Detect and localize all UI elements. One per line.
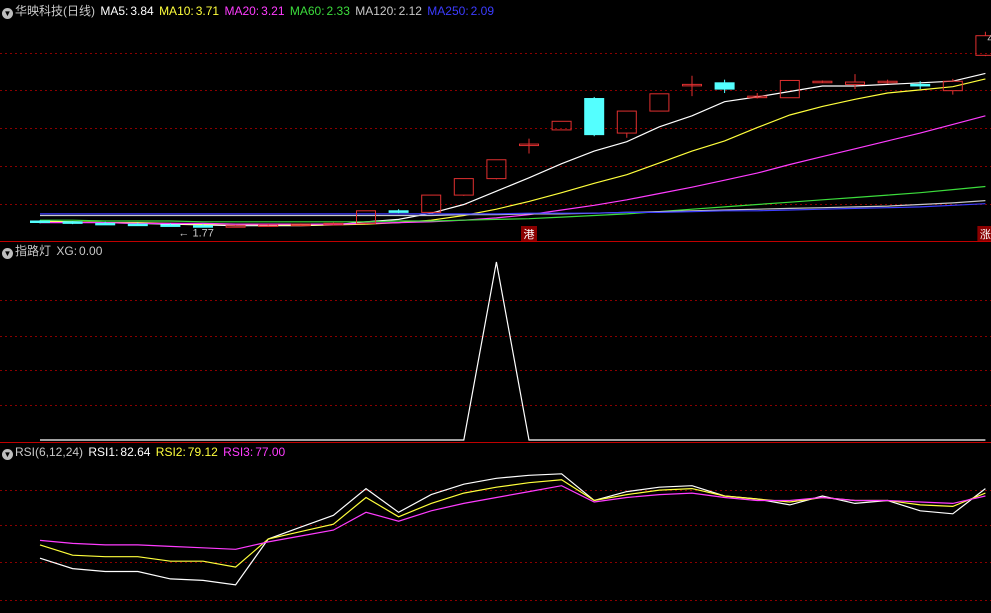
xg-label: XG: <box>56 244 78 258</box>
candle-body <box>910 83 931 87</box>
ma60-label: MA60: <box>289 4 325 18</box>
xg-value: 0.00 <box>79 244 103 258</box>
chart-background <box>0 0 991 613</box>
candle <box>62 221 83 225</box>
signal-marker-label: 涨 <box>980 228 991 241</box>
rsi3-label: RSI3: <box>223 445 254 459</box>
price-min-label: ← 1.77 <box>178 228 213 240</box>
ma10-label: MA10: <box>159 4 194 18</box>
candle-body <box>584 98 605 136</box>
price-legend: ▼ 华映科技(日线) MA5: 3.84 MA10: 3.71 MA20: 3.21 M… <box>2 3 496 19</box>
rsi-panel-menu-icon[interactable]: ▼ <box>2 449 13 460</box>
candle <box>584 96 605 137</box>
rsi2-value: 79.12 <box>187 445 218 459</box>
candle-body <box>388 210 409 213</box>
rsi-legend: ▼ RSI(6,12,24) RSI1: 82.64 RSI2: 79.12 RSI3… <box>2 444 287 460</box>
rsi3-value: 77.00 <box>255 445 286 459</box>
candle <box>290 223 311 227</box>
stock-chart[interactable]: 4.3 ← 1.77 港 涨 <box>0 0 991 613</box>
ma10-value: 3.71 <box>195 4 220 18</box>
ma250-value: 2.09 <box>470 4 495 18</box>
ma250-label: MA250: <box>427 4 469 18</box>
candle-body <box>127 223 148 227</box>
candle-body <box>160 224 181 227</box>
ma5-value: 3.84 <box>130 4 154 18</box>
rsi2-label: RSI2: <box>155 445 186 459</box>
ma120-label: MA120: <box>355 4 397 18</box>
xg-panel-menu-icon[interactable]: ▼ <box>2 248 13 259</box>
ma20-value: 3.21 <box>261 4 285 18</box>
rsi1-value: 82.64 <box>120 445 151 459</box>
candle <box>258 224 279 227</box>
ma120-value: 2.12 <box>398 4 422 18</box>
candle <box>30 220 50 224</box>
xg-legend: ▼ 指路灯 XG: 0.00 <box>2 243 104 259</box>
candle-body <box>95 222 116 226</box>
candle-body <box>714 82 735 90</box>
ma20-label: MA20: <box>224 4 260 18</box>
candle <box>225 224 246 228</box>
price-panel-title: 华映科技(日线) <box>15 4 95 18</box>
ma60-value: 2.33 <box>326 4 350 18</box>
ma5-label: MA5: <box>100 4 129 18</box>
candle <box>323 222 344 226</box>
price-max-label: 4.3 <box>987 33 991 45</box>
signal-marker-label: 港 <box>524 228 535 241</box>
rsi-panel-title: RSI(6,12,24) <box>15 445 84 459</box>
candle <box>812 80 833 84</box>
xg-panel-title: 指路灯 <box>15 244 52 258</box>
price-panel-menu-icon[interactable]: ▼ <box>2 8 13 19</box>
candle-body <box>30 220 50 224</box>
rsi1-label: RSI1: <box>88 445 119 459</box>
candle-body <box>62 221 83 224</box>
